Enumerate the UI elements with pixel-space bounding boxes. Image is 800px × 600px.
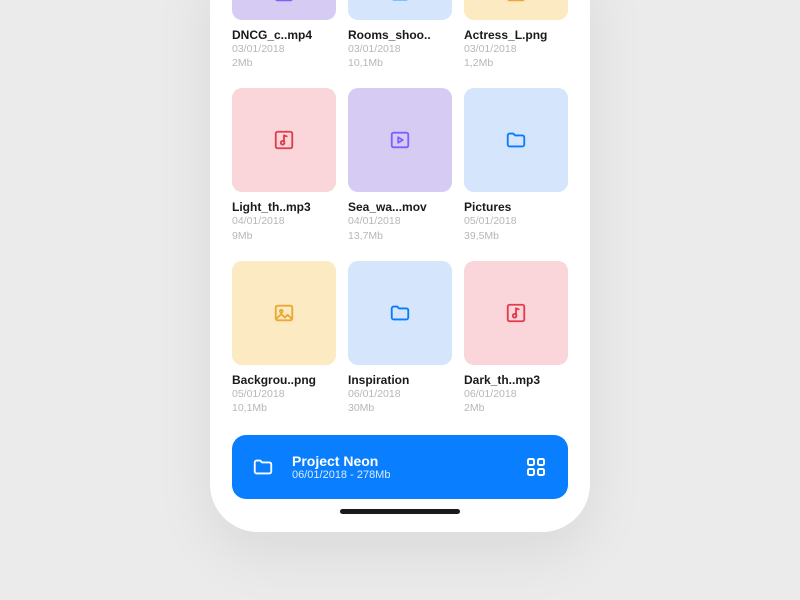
- folder-icon: [252, 456, 274, 478]
- file-tile[interactable]: Actress_L.png03/01/20181,2Mb: [464, 0, 568, 70]
- music-icon: [232, 88, 336, 192]
- folder-icon: [464, 88, 568, 192]
- file-date: 06/01/2018: [464, 387, 568, 401]
- file-size: 10,1Mb: [348, 56, 452, 70]
- banner-title: Project Neon: [292, 453, 524, 469]
- file-date: 05/01/2018: [232, 387, 336, 401]
- file-date: 03/01/2018: [232, 42, 336, 56]
- video-icon: [232, 0, 336, 20]
- file-tile[interactable]: DNCG_c..mp403/01/20182Mb: [232, 0, 336, 70]
- file-size: 1,2Mb: [464, 56, 568, 70]
- file-size: 2Mb: [464, 401, 568, 415]
- file-grid: DNCG_c..mp403/01/20182MbRooms_shoo..03/0…: [224, 0, 576, 429]
- file-size: 2Mb: [232, 56, 336, 70]
- file-tile[interactable]: Dark_th..mp306/01/20182Mb: [464, 261, 568, 415]
- folder-icon: [348, 0, 452, 20]
- grid-view-button[interactable]: [524, 455, 548, 479]
- file-tile[interactable]: Pictures05/01/201839,5Mb: [464, 88, 568, 242]
- file-name: Pictures: [464, 200, 568, 214]
- file-name: Light_th..mp3: [232, 200, 336, 214]
- folder-icon: [348, 261, 452, 365]
- file-name: Rooms_shoo..: [348, 28, 452, 42]
- music-icon: [464, 261, 568, 365]
- home-indicator[interactable]: [340, 509, 460, 514]
- banner-subtitle: 06/01/2018 - 278Mb: [292, 469, 524, 481]
- file-tile[interactable]: Sea_wa...mov04/01/201813,7Mb: [348, 88, 452, 242]
- image-icon: [464, 0, 568, 20]
- file-name: Sea_wa...mov: [348, 200, 452, 214]
- file-name: Backgrou..png: [232, 373, 336, 387]
- image-icon: [232, 261, 336, 365]
- phone-frame: DNCG_c..mp403/01/20182MbRooms_shoo..03/0…: [210, 0, 590, 532]
- file-date: 05/01/2018: [464, 214, 568, 228]
- project-banner[interactable]: Project Neon 06/01/2018 - 278Mb: [232, 435, 568, 499]
- file-name: Inspiration: [348, 373, 452, 387]
- file-date: 03/01/2018: [348, 42, 452, 56]
- file-name: DNCG_c..mp4: [232, 28, 336, 42]
- banner-text: Project Neon 06/01/2018 - 278Mb: [292, 453, 524, 481]
- file-size: 30Mb: [348, 401, 452, 415]
- file-date: 04/01/2018: [348, 214, 452, 228]
- file-date: 03/01/2018: [464, 42, 568, 56]
- file-date: 06/01/2018: [348, 387, 452, 401]
- file-size: 39,5Mb: [464, 229, 568, 243]
- video-icon: [348, 88, 452, 192]
- file-tile[interactable]: Rooms_shoo..03/01/201810,1Mb: [348, 0, 452, 70]
- file-tile[interactable]: Backgrou..png05/01/201810,1Mb: [232, 261, 336, 415]
- file-tile[interactable]: Inspiration06/01/201830Mb: [348, 261, 452, 415]
- file-tile[interactable]: Light_th..mp304/01/20189Mb: [232, 88, 336, 242]
- file-size: 9Mb: [232, 229, 336, 243]
- file-date: 04/01/2018: [232, 214, 336, 228]
- file-size: 13,7Mb: [348, 229, 452, 243]
- file-name: Dark_th..mp3: [464, 373, 568, 387]
- file-size: 10,1Mb: [232, 401, 336, 415]
- file-name: Actress_L.png: [464, 28, 568, 42]
